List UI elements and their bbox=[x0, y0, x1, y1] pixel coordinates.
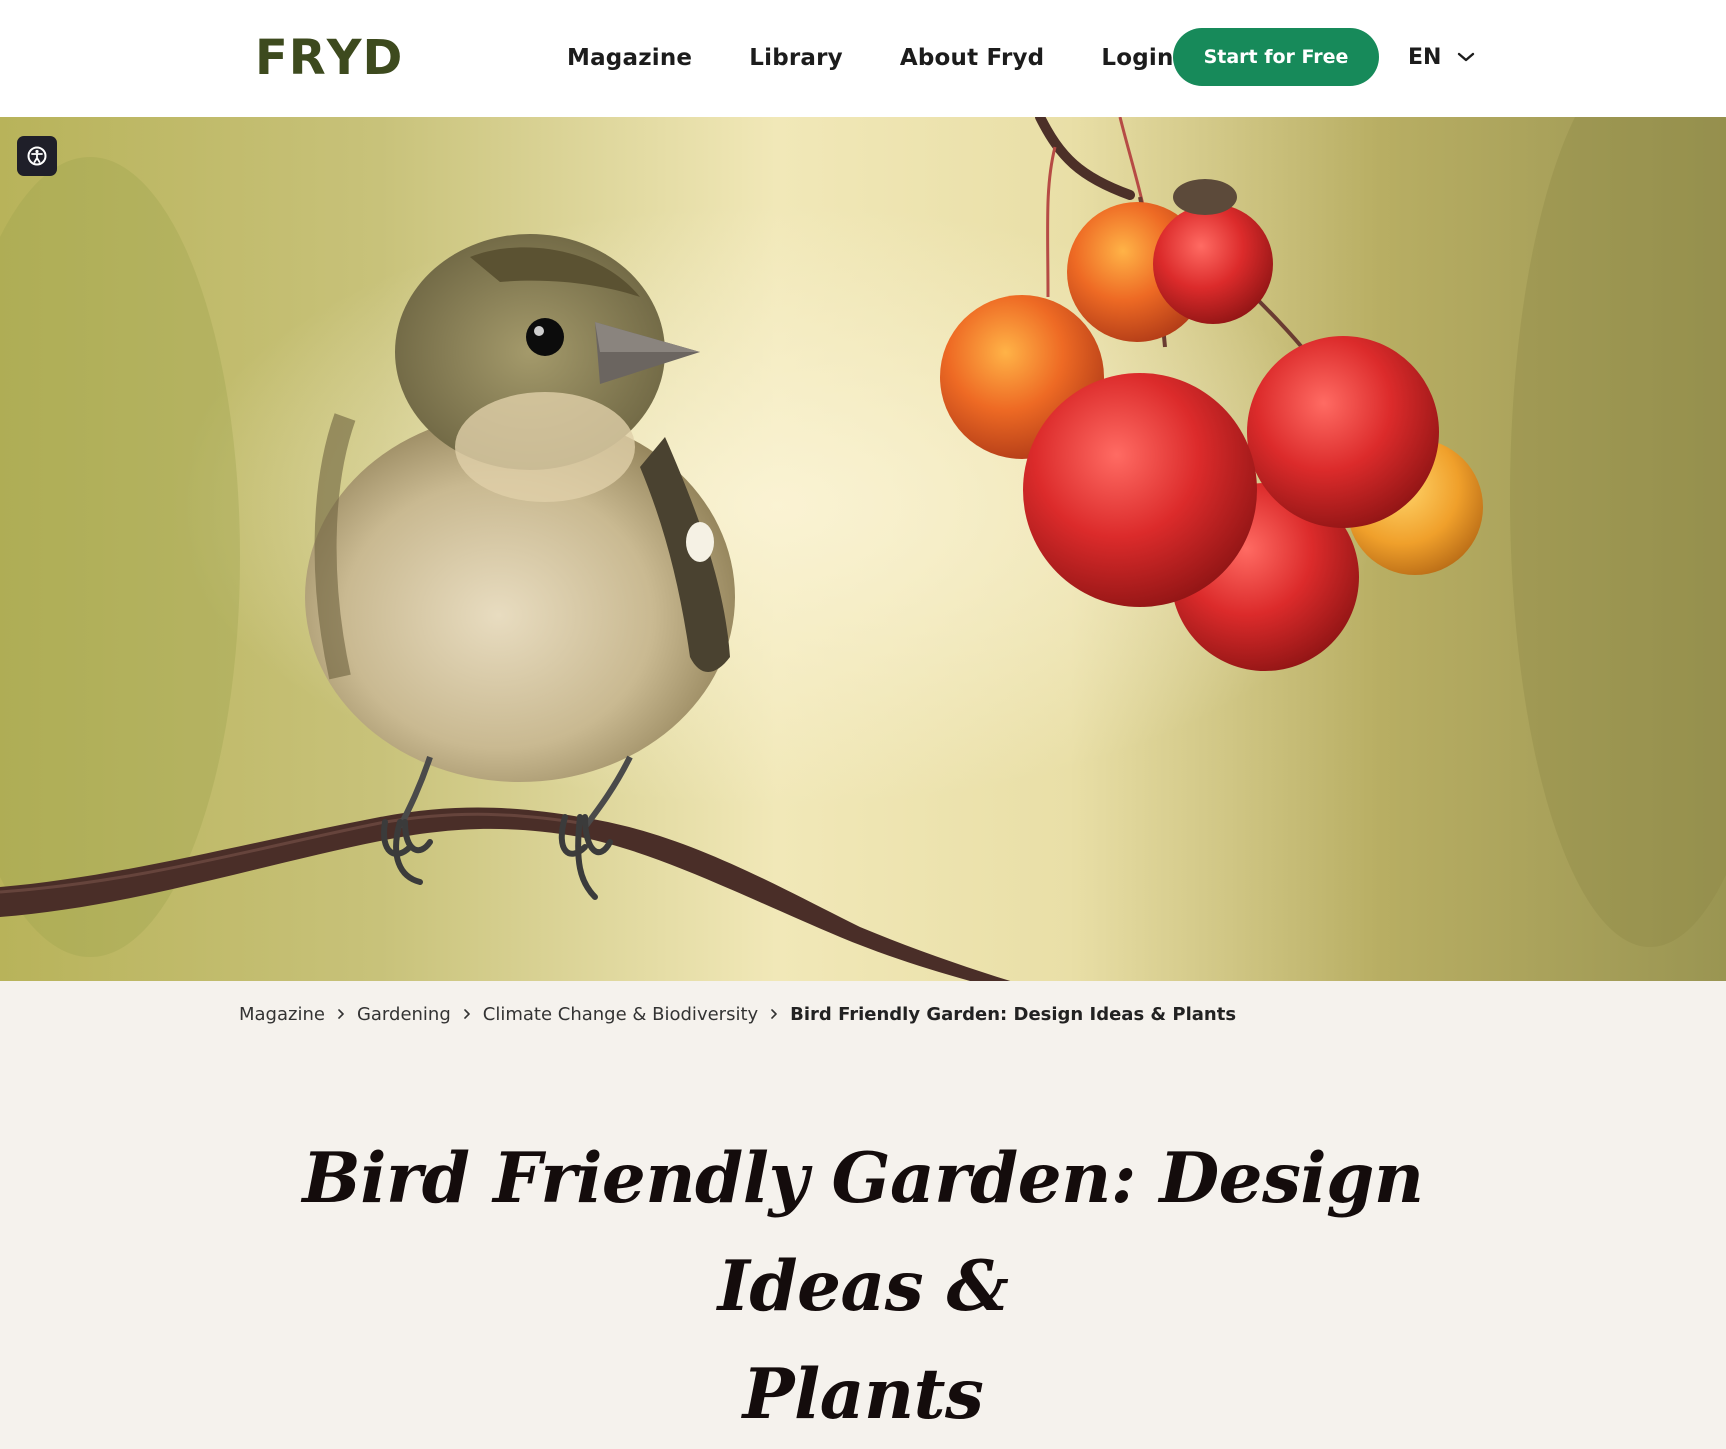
fryd-logo[interactable]: FR Y D bbox=[255, 22, 402, 94]
breadcrumb: Magazine Gardening Climate Change & Biod… bbox=[239, 1000, 1236, 1028]
chevron-right-icon bbox=[770, 1008, 778, 1020]
nav-item-login[interactable]: Login bbox=[1101, 45, 1173, 71]
start-for-free-button[interactable]: Start for Free bbox=[1173, 28, 1379, 86]
language-label: EN bbox=[1408, 44, 1442, 70]
article-title: Bird Friendly Garden: Design Ideas & Pla… bbox=[200, 1125, 1526, 1449]
site-header: FR Y D Magazine Library About Fryd Login S… bbox=[0, 0, 1726, 117]
nav-item-magazine[interactable]: Magazine bbox=[567, 45, 692, 71]
breadcrumb-current: Bird Friendly Garden: Design Ideas & Pla… bbox=[790, 1003, 1237, 1025]
chevron-right-icon bbox=[463, 1008, 471, 1020]
accessibility-icon bbox=[27, 146, 47, 166]
chevron-right-icon bbox=[337, 1008, 345, 1020]
main-nav: Magazine Library About Fryd Login bbox=[567, 0, 1231, 115]
chevron-down-icon bbox=[1457, 51, 1475, 63]
hero-photo bbox=[0, 117, 1726, 981]
accessibility-button[interactable] bbox=[17, 136, 57, 176]
nav-item-library[interactable]: Library bbox=[749, 45, 843, 71]
breadcrumb-item-gardening[interactable]: Gardening bbox=[357, 1004, 451, 1025]
logo-text-mid: Y bbox=[326, 30, 363, 86]
breadcrumb-item-magazine[interactable]: Magazine bbox=[239, 1004, 325, 1025]
article-title-line-2: Plants bbox=[742, 1354, 984, 1435]
logo-text-left: FR bbox=[255, 30, 327, 86]
logo-text-right: D bbox=[362, 30, 404, 86]
hero-image bbox=[0, 117, 1726, 981]
language-selector[interactable]: EN bbox=[1408, 36, 1475, 78]
nav-item-about-fryd[interactable]: About Fryd bbox=[900, 45, 1044, 71]
breadcrumb-item-climate-change[interactable]: Climate Change & Biodiversity bbox=[483, 1004, 758, 1025]
article-title-line-1: Bird Friendly Garden: Design Ideas & bbox=[302, 1138, 1424, 1327]
